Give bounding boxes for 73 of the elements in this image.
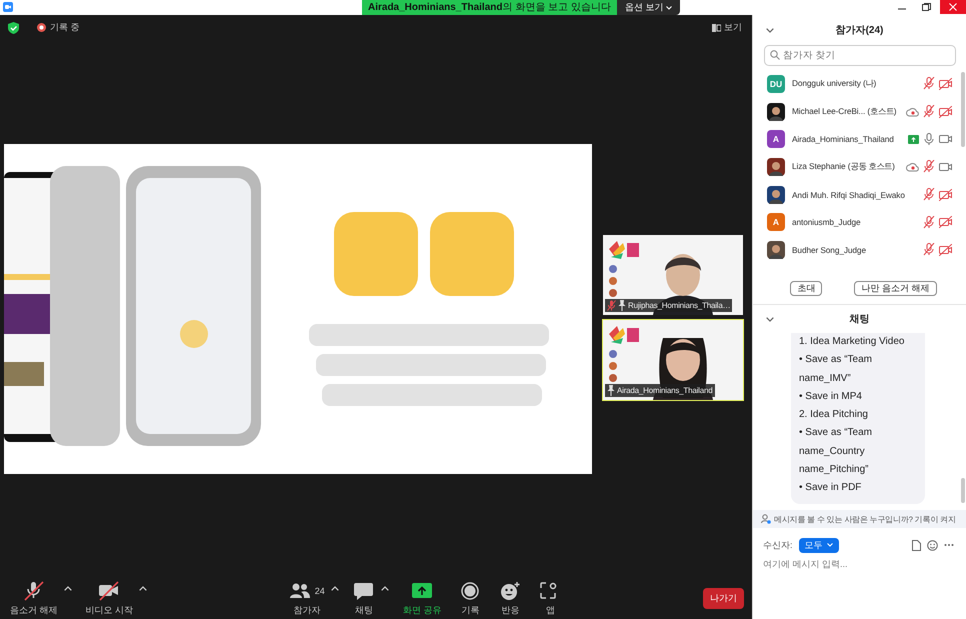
person-icon <box>761 514 771 524</box>
view-options-button[interactable]: 옵션 보기 <box>616 0 680 15</box>
smiley-icon[interactable] <box>927 540 938 550</box>
message-line: 1. Idea Marketing Video <box>799 335 906 349</box>
participant-row[interactable]: A antoniusmb_Judge <box>753 208 966 236</box>
participant-row[interactable]: Andi Muh. Rifqi Shadiqi_Ewako <box>753 180 966 208</box>
caret-up-icon[interactable] <box>64 586 72 590</box>
chevron-down-icon[interactable] <box>766 28 774 32</box>
record-button[interactable]: 기록 <box>455 580 486 616</box>
participant-row[interactable]: A Airada_Hominians_Thailand <box>753 125 966 154</box>
message-line: • Save in PDF <box>799 481 862 496</box>
panel-title: 채팅 <box>848 313 870 326</box>
avatar: DU <box>767 74 785 93</box>
recording-dot-icon <box>37 23 46 32</box>
message-line: • Save as “Team name_Country name_Pitching” <box>799 426 873 478</box>
panel-button[interactable]: 나만 음소거 해제 <box>854 281 936 296</box>
search-icon <box>770 50 780 60</box>
message-input[interactable]: 여기에 메시지 입력... <box>763 559 953 569</box>
pin-icon <box>618 300 626 310</box>
scrollbar[interactable] <box>961 478 965 503</box>
recording-status: 기록 중 <box>50 21 80 34</box>
caret-up-icon[interactable] <box>380 586 389 590</box>
participant-count: 24 <box>314 586 325 596</box>
recipient-dropdown[interactable]: 모두 <box>798 538 839 552</box>
panel-title: 참가자(24) <box>834 24 884 37</box>
smiley-icon <box>499 580 522 600</box>
message-line: • Save in MP4 <box>799 390 863 404</box>
record-icon <box>459 580 482 600</box>
recipient-label: 수신자: <box>763 538 793 552</box>
participant-row[interactable]: Liza Stephanie (공동 호스트) <box>753 153 966 181</box>
participant-name: antoniusmb_Judge <box>792 217 862 228</box>
people-icon <box>288 580 311 600</box>
chat-icon <box>352 580 375 600</box>
participant-name: Andi Muh. Rifqi Shadiqi_Ewako <box>792 190 906 200</box>
avatar: A <box>767 213 785 232</box>
participant-row[interactable]: Budher Song_Judge <box>753 236 966 264</box>
caret-up-icon[interactable] <box>330 586 339 590</box>
panel-button[interactable]: 초대 <box>790 281 822 296</box>
caret-up-icon[interactable] <box>139 586 148 590</box>
reactions-button[interactable]: 반응 <box>495 580 526 616</box>
participant-name: Liza Stephanie (공동 호스트) <box>792 161 896 172</box>
participants-button[interactable]: 24 참가자 <box>284 580 329 616</box>
mic-button[interactable]: 음소거 해제 <box>6 580 62 616</box>
close-icon[interactable] <box>940 0 966 14</box>
apps-button[interactable]: 앱 <box>535 580 566 616</box>
chat-button[interactable]: 채팅 <box>348 580 379 616</box>
chevron-down-icon[interactable] <box>766 316 774 322</box>
participant-name: Dongguk university (나) <box>792 78 878 90</box>
more-icon[interactable] <box>944 543 954 547</box>
participant-row[interactable]: DU Dongguk university (나) <box>753 70 966 98</box>
leave-button[interactable]: 나가기 <box>703 588 744 609</box>
participant-name: Rujiphas_Hominians_Thaila… <box>628 300 730 310</box>
avatar: A <box>767 130 785 148</box>
viewing-banner: Airada_Hominians_Thailand의 화면을 보고 있습니다 <box>362 0 617 15</box>
participant-row[interactable]: Michael Lee-CreBi... (호스트) <box>753 98 966 126</box>
file-icon[interactable] <box>912 540 921 550</box>
layout-icon <box>712 24 721 32</box>
search-field[interactable]: 참가자 찾기 <box>764 45 956 66</box>
video-button[interactable]: 비디오 시작 <box>82 580 138 616</box>
share-screen-button[interactable]: 화면 공유 <box>398 580 446 616</box>
shield-icon <box>8 22 19 34</box>
message-line: • Save as “Team name_IMV” <box>799 353 873 386</box>
message-line: 2. Idea Pitching <box>799 408 869 422</box>
scrollbar[interactable] <box>961 72 965 147</box>
pin-icon <box>607 384 615 396</box>
participant-name: Airada_Hominians_Thailand <box>617 386 713 394</box>
participant-name: Michael Lee-CreBi... (호스트) <box>792 106 898 118</box>
caret-icon <box>826 543 833 547</box>
view-button[interactable]: 보기 <box>712 21 742 34</box>
participant-name: Airada_Hominians_Thailand <box>792 134 895 144</box>
share-screen-icon <box>411 580 434 600</box>
caret-icon <box>666 6 672 10</box>
participant-name: Budher Song_Judge <box>792 244 867 255</box>
